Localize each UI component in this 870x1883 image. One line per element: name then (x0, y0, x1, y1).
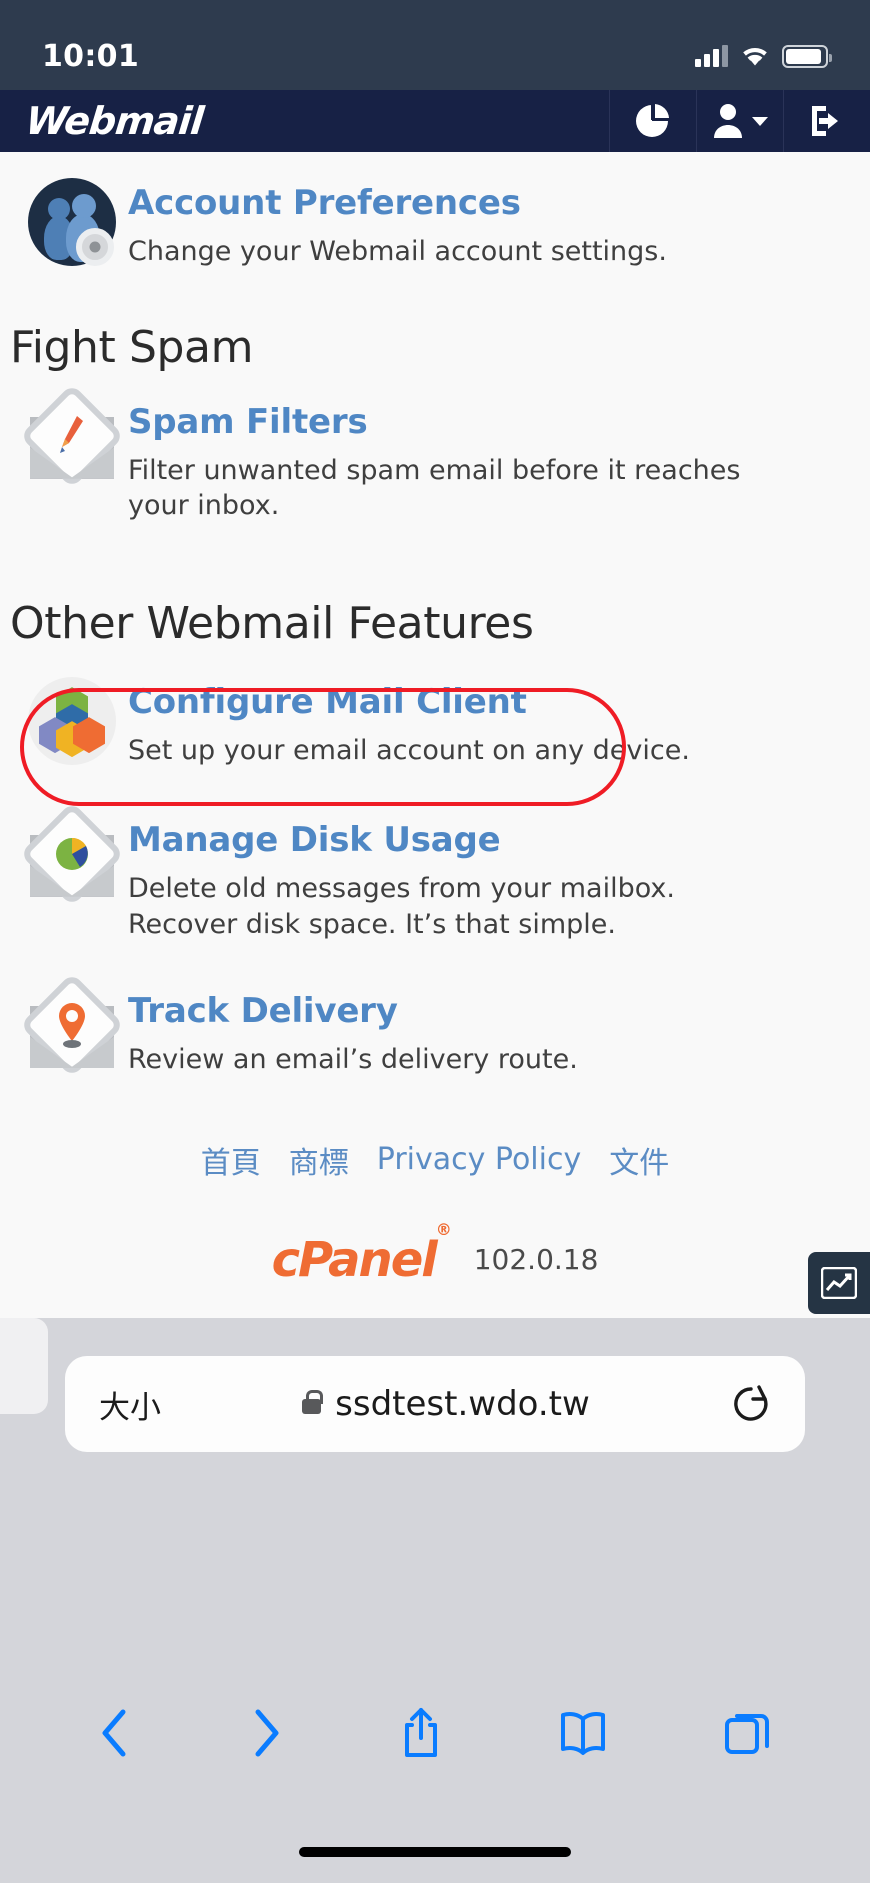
feature-description: Review an email’s delivery route. (128, 1044, 578, 1076)
section-heading-fight-spam: Fight Spam (10, 321, 254, 373)
footer-links: 首頁 商標 Privacy Policy 文件 (0, 1138, 870, 1182)
back-icon[interactable] (97, 1706, 133, 1764)
section-heading-other-features: Other Webmail Features (10, 598, 534, 650)
feature-description: Filter unwanted spam email before it rea… (128, 454, 741, 522)
bookmarks-icon[interactable] (558, 1709, 608, 1761)
feature-title[interactable]: Configure Mail Client (128, 682, 842, 722)
phone-screen: 10:01 Webmail Account Preferences Change… (0, 0, 870, 1883)
status-time: 10:01 (42, 38, 139, 74)
account-preferences-icon (28, 178, 116, 266)
chevron-down-icon (751, 116, 768, 126)
track-delivery-icon (28, 981, 116, 1074)
footer-link-trademark[interactable]: 商標 (289, 1138, 349, 1182)
user-account-icon[interactable] (696, 90, 783, 152)
reload-icon[interactable] (731, 1383, 771, 1425)
feature-spam-filters[interactable]: Spam Filters Filter unwanted spam email … (0, 391, 870, 524)
url-row: 大小 ssdtest.wdo.tw (0, 1356, 870, 1452)
footer-link-privacy-policy[interactable]: Privacy Policy (377, 1142, 581, 1177)
wifi-icon (743, 47, 767, 65)
webmail-navbar: Webmail (0, 90, 870, 152)
webmail-logo[interactable]: Webmail (0, 90, 612, 152)
feature-title[interactable]: Account Preferences (128, 183, 842, 223)
share-icon[interactable] (399, 1705, 443, 1765)
url-text[interactable]: ssdtest.wdo.tw (335, 1384, 590, 1424)
spam-filters-icon (28, 391, 116, 485)
cpanel-branding: cPanel® 102.0.18 (0, 1220, 870, 1288)
feature-title[interactable]: Manage Disk Usage (128, 820, 842, 860)
stats-pie-icon[interactable] (609, 90, 696, 152)
safari-browser-chrome: 大小 ssdtest.wdo.tw (0, 1318, 870, 1883)
cpanel-logo: cPanel® (271, 1220, 452, 1288)
address-bar[interactable]: 大小 ssdtest.wdo.tw (65, 1356, 805, 1452)
footer-link-home[interactable]: 首頁 (201, 1138, 261, 1182)
ios-status-bar: 10:01 (0, 0, 870, 90)
home-indicator (299, 1847, 571, 1857)
status-indicators (695, 44, 832, 68)
page-content: Account Preferences Change your Webmail … (0, 152, 870, 1318)
feature-description: Delete old messages from your mailbox. R… (128, 872, 675, 940)
logout-icon[interactable] (783, 90, 870, 152)
battery-icon (782, 44, 832, 68)
text-size-button[interactable]: 大小 (99, 1382, 161, 1427)
feature-title[interactable]: Track Delivery (128, 992, 842, 1031)
cpanel-trademark: ® (435, 1219, 452, 1239)
tabs-icon[interactable] (723, 1708, 773, 1762)
cellular-signal-icon (695, 45, 728, 67)
footer-link-documentation[interactable]: 文件 (609, 1138, 669, 1182)
lock-icon (302, 1389, 324, 1414)
cpanel-version: 102.0.18 (473, 1243, 599, 1277)
feature-manage-disk-usage[interactable]: Manage Disk Usage Delete old messages fr… (0, 809, 870, 942)
chart-line-icon[interactable] (808, 1252, 870, 1314)
manage-disk-usage-icon (28, 809, 116, 903)
gear-icon (76, 228, 114, 266)
cpanel-logo-text: cPanel (271, 1231, 438, 1288)
feature-track-delivery[interactable]: Track Delivery Review an email’s deliver… (0, 981, 870, 1078)
feature-configure-mail-client[interactable]: Configure Mail Client Set up your email … (0, 677, 870, 769)
feature-description: Change your Webmail account settings. (128, 236, 667, 268)
configure-mail-client-icon (28, 677, 116, 766)
forward-icon[interactable] (248, 1706, 284, 1764)
page-footer: 首頁 商標 Privacy Policy 文件 cPanel® 102.0.18 (0, 1138, 870, 1288)
feature-title[interactable]: Spam Filters (128, 402, 842, 442)
safari-toolbar (0, 1705, 870, 1765)
feature-account-preferences[interactable]: Account Preferences Change your Webmail … (0, 178, 870, 270)
feature-description: Set up your email account on any device. (128, 735, 690, 767)
